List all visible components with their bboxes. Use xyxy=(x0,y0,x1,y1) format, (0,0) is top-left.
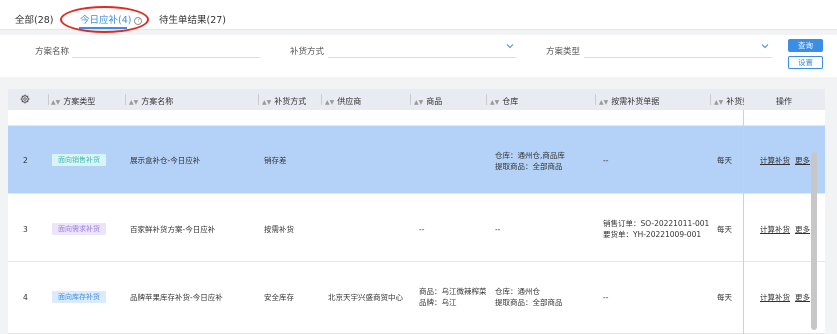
sort-icon[interactable]: ▲▼ xyxy=(262,99,271,106)
warehouse-line: 仓库：通州仓,商品库 xyxy=(495,151,565,160)
column-separator xyxy=(321,94,322,105)
column-separator xyxy=(710,94,711,105)
chevron-down-icon[interactable] xyxy=(506,42,514,50)
scheme-name-label: 方案名称 xyxy=(35,47,70,57)
column-header-label: 仓库 xyxy=(502,97,519,106)
column-header-label: 按需补货单据 xyxy=(611,97,660,106)
column-header-label: 商品 xyxy=(426,97,443,106)
product-line: 商品：乌江微辣榨菜 xyxy=(419,287,487,296)
column-separator xyxy=(486,94,487,105)
replenish-method-label: 补货方式 xyxy=(290,47,325,57)
table-row[interactable]: 2 面向销售补货 展示盒补仓-今日应补 销存差 仓库：通州仓,商品库 提取商品：… xyxy=(8,126,825,194)
frequency: 每天 xyxy=(717,225,732,234)
column-header-method[interactable]: ▲▼ 补货方式 xyxy=(262,96,306,107)
row-index: 4 xyxy=(23,293,28,302)
sort-icon[interactable]: ▲▼ xyxy=(490,99,499,106)
table-row[interactable]: 3 面向需求补货 百家鲜补货方案-今日应补 按需补货 -- -- 销售订单：SO… xyxy=(8,194,825,262)
chevron-down-icon[interactable] xyxy=(761,42,769,50)
replenish-method: 按需补货 xyxy=(264,225,294,234)
warehouse-line: 提取商品：全部商品 xyxy=(495,298,563,307)
tab-all[interactable]: 全部(28) xyxy=(15,12,54,26)
column-header-actions: 操作 xyxy=(776,97,792,106)
column-header-label: 补货频 xyxy=(726,97,744,106)
sort-icon[interactable]: ▲▼ xyxy=(51,99,60,106)
scheme-type-tag: 面向销售补货 xyxy=(52,154,106,166)
column-separator xyxy=(595,94,596,105)
replenish-table: ▲▼ 方案类型 ▲▼ 方案名称 ▲▼ 补货方式 ▲▼ 供应商 ▲▼ 商品 ▲▼ 仓库 ▲▼ 按… xyxy=(8,89,825,334)
column-separator xyxy=(258,94,259,105)
column-header-scheme-type[interactable]: ▲▼ 方案类型 xyxy=(51,96,95,107)
column-header-label: 方案名称 xyxy=(141,97,174,106)
docs-line: -- xyxy=(603,293,609,302)
warehouse-line: 仓库：通州仓 xyxy=(495,287,540,296)
supplier: 北京天宇兴盛商贸中心 xyxy=(328,293,403,302)
row-index: 2 xyxy=(23,156,28,165)
column-separator xyxy=(410,94,411,105)
highlight-annotation-circle xyxy=(60,6,149,33)
column-separator xyxy=(125,94,126,105)
settings-button[interactable]: 设置 xyxy=(788,56,823,69)
scheme-name: 百家鲜补货方案-今日应补 xyxy=(130,225,216,234)
scheme-name: 品牌苹果库存补货-今日应补 xyxy=(130,293,223,302)
column-separator xyxy=(48,94,49,105)
column-header-supplier[interactable]: ▲▼ 供应商 xyxy=(325,96,361,107)
scheme-type-tag: 面向库存补货 xyxy=(52,291,106,303)
table-row[interactable] xyxy=(8,110,825,126)
column-header-product[interactable]: ▲▼ 商品 xyxy=(414,96,442,107)
sort-icon[interactable]: ▲▼ xyxy=(714,99,723,106)
warehouse-line: 提取商品：全部商品 xyxy=(495,162,563,171)
gear-icon[interactable] xyxy=(20,94,30,104)
docs-line: -- xyxy=(603,156,609,165)
docs-line: 销售订单：SO-20221011-001 xyxy=(603,219,710,228)
product-line: -- xyxy=(419,225,425,234)
table-row[interactable]: 4 面向库存补货 品牌苹果库存补货-今日应补 安全库存 北京天宇兴盛商贸中心 商… xyxy=(8,262,825,334)
sort-icon[interactable]: ▲▼ xyxy=(599,99,608,106)
scheme-type-select[interactable] xyxy=(584,57,772,58)
frequency: 每天 xyxy=(717,293,732,302)
sort-icon[interactable]: ▲▼ xyxy=(325,99,334,106)
scheme-name: 展示盒补仓-今日应补 xyxy=(130,156,201,165)
column-header-label: 方案类型 xyxy=(63,97,96,106)
page: 全部(28) 今日应补(4)? 待生单结果(27) 方案名称 补货方式 方案类型… xyxy=(0,0,837,334)
warehouse-line: -- xyxy=(495,225,501,234)
sort-icon[interactable]: ▲▼ xyxy=(129,99,138,106)
column-header-warehouse[interactable]: ▲▼ 仓库 xyxy=(490,96,518,107)
scheme-type-tag: 面向需求补货 xyxy=(52,223,106,235)
sort-icon[interactable]: ▲▼ xyxy=(414,99,423,106)
product-line: 品牌：乌江 xyxy=(419,298,457,307)
replenish-method-select[interactable] xyxy=(328,57,516,58)
frequency: 每天 xyxy=(717,156,732,165)
column-header-label: 供应商 xyxy=(337,97,362,106)
scheme-type-label: 方案类型 xyxy=(546,47,581,57)
column-header-frequency[interactable]: ▲▼补货频 xyxy=(714,96,744,107)
column-header-scheme-name[interactable]: ▲▼ 方案名称 xyxy=(129,96,173,107)
tab-pending-results[interactable]: 待生单结果(27) xyxy=(159,12,226,26)
docs-line: 要货单：YH-20221009-001 xyxy=(603,230,702,239)
table-header: ▲▼ 方案类型 ▲▼ 方案名称 ▲▼ 补货方式 ▲▼ 供应商 ▲▼ 商品 ▲▼ 仓库 ▲▼ 按… xyxy=(8,89,825,110)
replenish-method: 销存差 xyxy=(264,156,287,165)
column-header-docs[interactable]: ▲▼ 按需补货单据 xyxy=(599,96,659,107)
tab-bar: 全部(28) 今日应补(4)? 待生单结果(27) xyxy=(0,0,837,33)
vertical-scrollbar[interactable] xyxy=(811,152,817,330)
replenish-method: 安全库存 xyxy=(264,293,294,302)
row-index: 3 xyxy=(23,225,28,234)
query-button[interactable]: 查询 xyxy=(788,39,823,52)
scheme-name-input[interactable] xyxy=(72,57,260,58)
column-header-label: 补货方式 xyxy=(274,97,307,106)
filter-bar: 方案名称 补货方式 方案类型 查询 设置 xyxy=(0,35,837,77)
